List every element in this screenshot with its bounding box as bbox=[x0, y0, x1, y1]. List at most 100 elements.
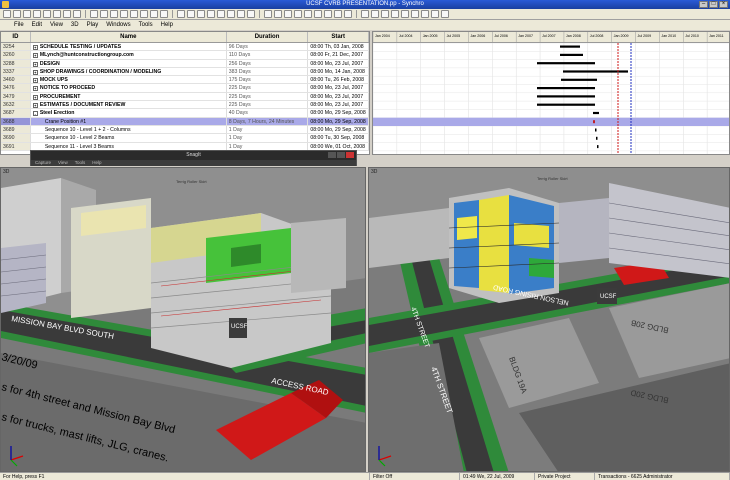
gantt-period-label: Jan 2006 bbox=[470, 34, 485, 38]
menu-file[interactable]: File bbox=[14, 22, 24, 28]
toolbar-button-icon[interactable] bbox=[247, 10, 255, 18]
table-row[interactable]: 3337 + SHOP DRAWINGS / COORDINATION / MODE… bbox=[1, 67, 369, 77]
expand-toggle-icon[interactable]: + bbox=[32, 53, 38, 59]
header-name[interactable]: Name bbox=[31, 32, 227, 42]
menu-help[interactable]: Help bbox=[161, 22, 173, 28]
row-name-cell: + DESIGN bbox=[31, 59, 227, 67]
toolbar-button-icon[interactable] bbox=[73, 10, 81, 18]
menu-tools[interactable]: Tools bbox=[139, 22, 153, 28]
row-name: PROCUREMENT bbox=[39, 93, 81, 100]
table-row[interactable]: 3690 Sequence 10 - Level 2 Beams 1 Day 08:0… bbox=[1, 134, 369, 143]
toolbar-button-icon[interactable] bbox=[371, 10, 379, 18]
toolbar-button-icon[interactable] bbox=[177, 10, 185, 18]
toolbar-button-icon[interactable] bbox=[217, 10, 225, 18]
maximize-button[interactable]: □ bbox=[709, 1, 718, 8]
toolbar-button-icon[interactable] bbox=[334, 10, 342, 18]
snagit-menu-capture[interactable]: Capture bbox=[35, 160, 51, 166]
toolbar-button-icon[interactable] bbox=[130, 10, 138, 18]
snagit-close-button[interactable] bbox=[346, 152, 354, 158]
table-header: ID Name Duration Start bbox=[1, 32, 369, 43]
window-title-bar: UCSF CVRB PRESENTATION.pp - Synchro – □ … bbox=[0, 0, 730, 9]
table-row[interactable]: 3632 + ESTIMATES / DOCUMENT REVIEW 225 Days… bbox=[1, 101, 369, 110]
menu-3d[interactable]: 3D bbox=[71, 22, 79, 28]
toolbar-button-icon[interactable] bbox=[110, 10, 118, 18]
snagit-menu-help[interactable]: Help bbox=[92, 160, 101, 166]
toolbar-button-icon[interactable] bbox=[3, 10, 11, 18]
toolbar-button-icon[interactable] bbox=[314, 10, 322, 18]
toolbar-button-icon[interactable] bbox=[120, 10, 128, 18]
close-button[interactable]: × bbox=[719, 1, 728, 8]
toolbar-button-icon[interactable] bbox=[33, 10, 41, 18]
toolbar-button-icon[interactable] bbox=[431, 10, 439, 18]
toolbar-button-icon[interactable] bbox=[187, 10, 195, 18]
expand-toggle-icon[interactable]: + bbox=[32, 86, 38, 92]
toolbar-button-icon[interactable] bbox=[227, 10, 235, 18]
table-row[interactable]: 3476 + NOTICE TO PROCEED 225 Days 08:00 Mo, … bbox=[1, 84, 369, 93]
expand-toggle-icon[interactable]: + bbox=[32, 69, 38, 75]
toolbar-button-icon[interactable] bbox=[284, 10, 292, 18]
3d-view-left[interactable]: 3D UCSF Terrig Roller Skirt MISSION BAY … bbox=[0, 167, 366, 472]
toolbar-button-icon[interactable] bbox=[401, 10, 409, 18]
snagit-minimize-button[interactable] bbox=[328, 152, 336, 158]
table-row[interactable]: 3687- Steel Erection 40 Days 08:00 Mo, 29 S… bbox=[1, 109, 369, 118]
snagit-window[interactable]: SnagIt Capture View Tools Help bbox=[30, 150, 357, 166]
row-name: MLynch@huntconstructiongroup.com bbox=[39, 52, 134, 59]
toolbar-button-icon[interactable] bbox=[324, 10, 332, 18]
table-row[interactable]: 3260 + MLynch@huntconstructiongroup.com 110… bbox=[1, 51, 369, 60]
table-row[interactable]: 3688 Crane Position #1 8 Days, 7 Hours, 24… bbox=[1, 117, 369, 126]
toolbar-button-icon[interactable] bbox=[381, 10, 389, 18]
toolbar-button-icon[interactable] bbox=[274, 10, 282, 18]
expand-toggle-icon[interactable]: + bbox=[32, 45, 38, 50]
row-id: 3479 bbox=[1, 92, 31, 101]
toolbar-button-icon[interactable] bbox=[160, 10, 168, 18]
header-id[interactable]: ID bbox=[1, 32, 31, 42]
toolbar-button-icon[interactable] bbox=[411, 10, 419, 18]
toolbar-button-icon[interactable] bbox=[207, 10, 215, 18]
toolbar-button-icon[interactable] bbox=[13, 10, 21, 18]
menu-view[interactable]: View bbox=[50, 22, 63, 28]
expand-toggle-icon[interactable]: + bbox=[32, 94, 38, 100]
toolbar-button-icon[interactable] bbox=[23, 10, 31, 18]
3d-view-right[interactable]: 3D UCSF Terrig Roller Skirt 4TH STREET 4… bbox=[368, 167, 730, 472]
toolbar bbox=[0, 9, 730, 20]
snagit-menu-tools[interactable]: Tools bbox=[75, 160, 86, 166]
toolbar-button-icon[interactable] bbox=[391, 10, 399, 18]
snagit-maximize-button[interactable] bbox=[337, 152, 345, 158]
expand-toggle-icon[interactable]: - bbox=[32, 111, 38, 117]
status-filter: Filter Off bbox=[370, 473, 460, 480]
toolbar-button-icon[interactable] bbox=[53, 10, 61, 18]
table-row[interactable]: 3460 + MOCK UPS 175 Days 08:00 Tu, 26 Feb, 2… bbox=[1, 76, 369, 85]
toolbar-button-icon[interactable] bbox=[63, 10, 71, 18]
menu-windows[interactable]: Windows bbox=[106, 22, 130, 28]
toolbar-button-icon[interactable] bbox=[90, 10, 98, 18]
toolbar-button-icon[interactable] bbox=[304, 10, 312, 18]
toolbar-button-icon[interactable] bbox=[361, 10, 369, 18]
table-row[interactable]: 3479 + PROCUREMENT 225 Days 08:00 Mo, 23 Jul… bbox=[1, 92, 369, 102]
toolbar-button-icon[interactable] bbox=[43, 10, 51, 18]
toolbar-button-icon[interactable] bbox=[294, 10, 302, 18]
minimize-button[interactable]: – bbox=[699, 1, 708, 8]
gantt-timeline-header: Jan 2004 Jul 2004 Jan 2005 Jul 2005 Jan 2006… bbox=[373, 32, 729, 43]
table-row[interactable]: 3254 + SCHEDULE TESTING / UPDATES 96 Days 08… bbox=[1, 43, 369, 52]
toolbar-button-icon[interactable] bbox=[344, 10, 352, 18]
menu-play[interactable]: Play bbox=[87, 22, 99, 28]
gantt-bar bbox=[561, 78, 597, 81]
header-start[interactable]: Start bbox=[308, 32, 369, 42]
expand-toggle-icon[interactable]: + bbox=[32, 78, 38, 84]
header-duration[interactable]: Duration bbox=[227, 32, 309, 42]
toolbar-button-icon[interactable] bbox=[150, 10, 158, 18]
row-name: DESIGN bbox=[39, 60, 60, 67]
expand-toggle-icon[interactable]: + bbox=[32, 61, 38, 67]
table-row[interactable]: 3689 Sequence 10 - Level 1 + 2 - Columns 1… bbox=[1, 125, 369, 135]
expand-toggle-icon[interactable]: + bbox=[32, 103, 38, 109]
toolbar-button-icon[interactable] bbox=[140, 10, 148, 18]
toolbar-button-icon[interactable] bbox=[264, 10, 272, 18]
table-row[interactable]: 3288 + DESIGN 256 Days 08:00 Mo, 23 Jul, 200… bbox=[1, 59, 369, 68]
snagit-menu-view[interactable]: View bbox=[58, 160, 68, 166]
menu-edit[interactable]: Edit bbox=[32, 22, 42, 28]
toolbar-button-icon[interactable] bbox=[237, 10, 245, 18]
toolbar-button-icon[interactable] bbox=[197, 10, 205, 18]
toolbar-button-icon[interactable] bbox=[421, 10, 429, 18]
toolbar-button-icon[interactable] bbox=[441, 10, 449, 18]
toolbar-button-icon[interactable] bbox=[100, 10, 108, 18]
